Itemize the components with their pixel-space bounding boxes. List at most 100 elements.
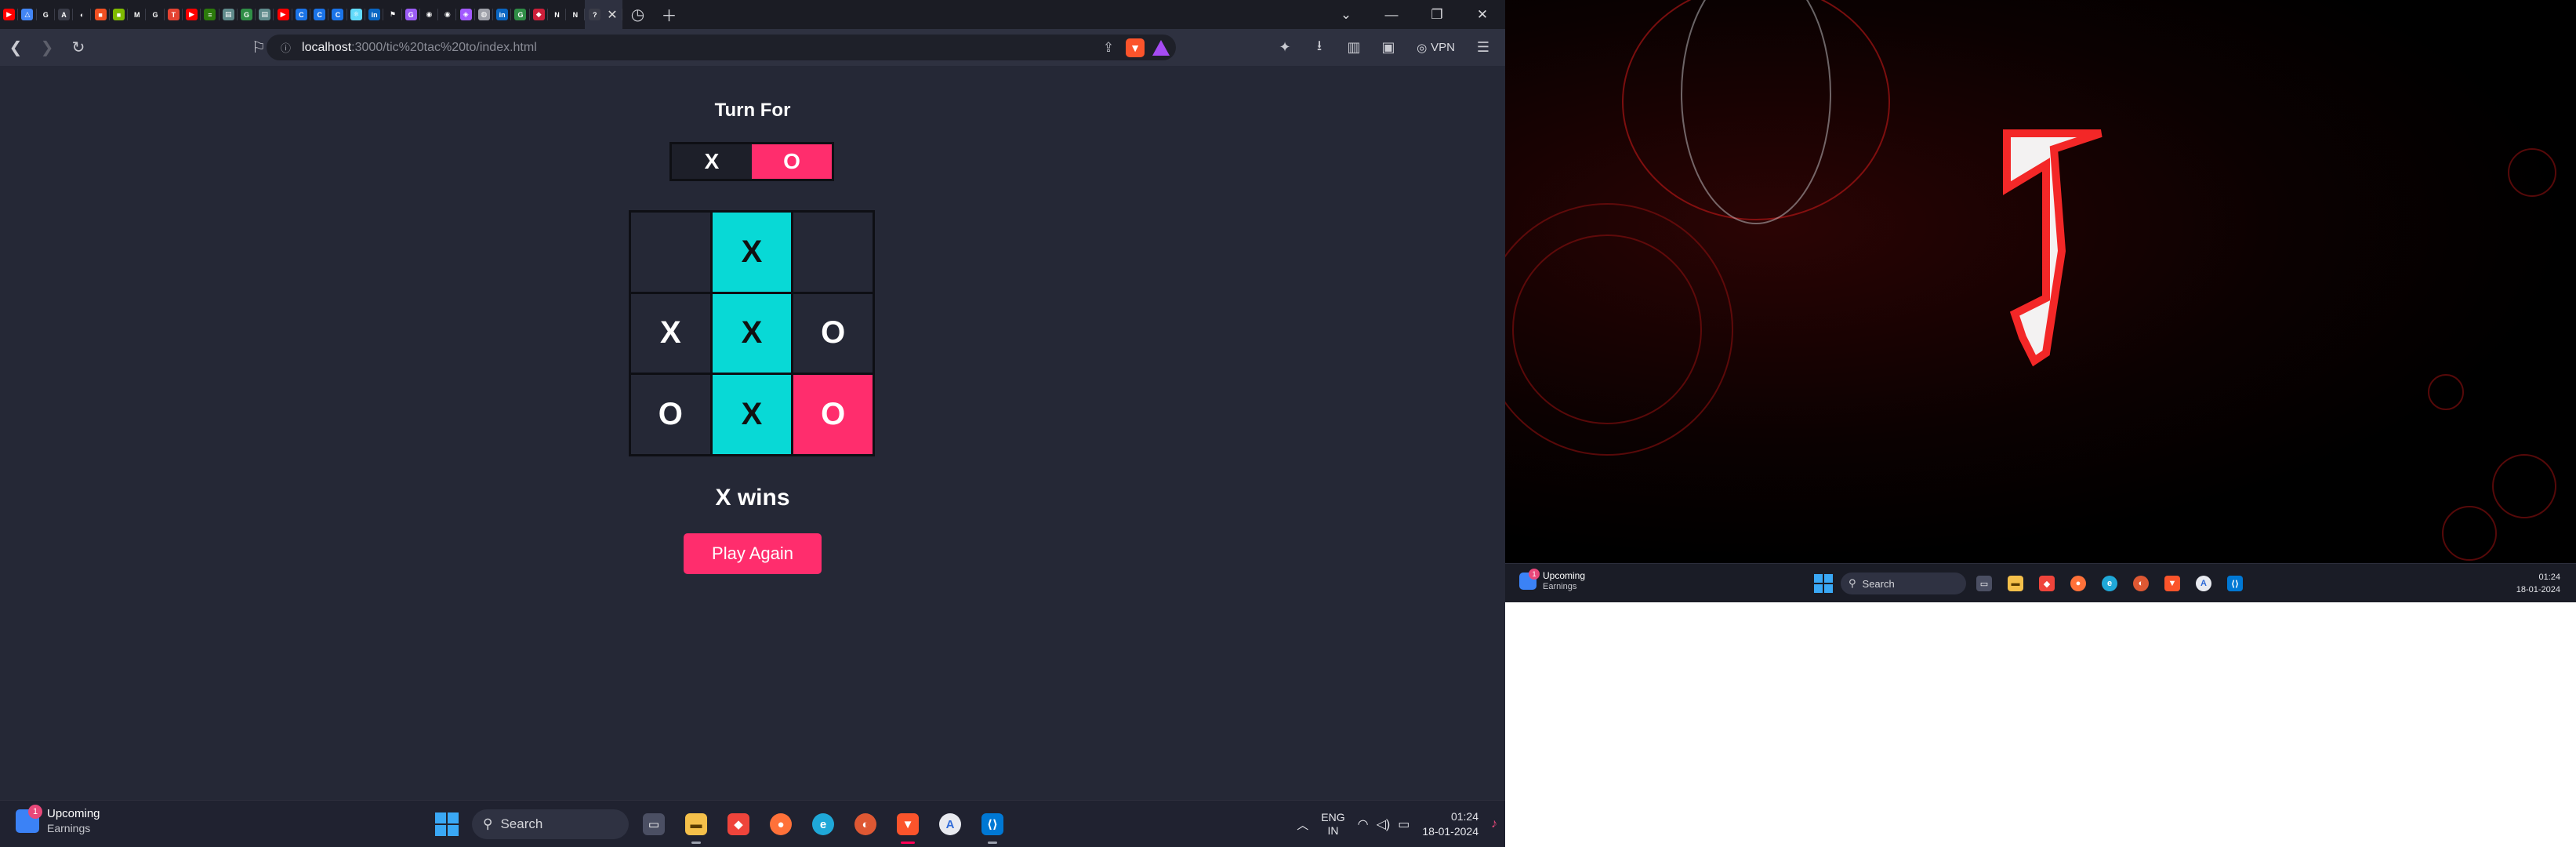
brave-rewards-icon[interactable] [1152,39,1170,56]
browser-tab[interactable]: G [402,0,421,29]
browser-tab[interactable]: G [146,0,165,29]
board-cell[interactable]: X [712,375,792,454]
menu-icon[interactable]: ☰ [1469,34,1497,62]
board-cell[interactable]: X [712,213,792,292]
duckduckgo-icon[interactable]: ◐ [848,807,883,842]
brave-browser-icon[interactable]: ▼ [2159,571,2186,596]
close-tab-icon[interactable]: ✕ [607,7,617,23]
back-button[interactable]: ❮ [0,32,31,64]
edge-icon[interactable]: e [806,807,840,842]
task-view-icon[interactable]: ▭ [1971,571,1997,596]
start-button[interactable] [1811,571,1836,596]
language-indicator[interactable]: ENG IN [1321,811,1344,838]
extensions-icon[interactable]: ✦ [1271,34,1299,62]
downloads-icon[interactable]: ⭳ [1305,34,1333,62]
edge-icon[interactable]: e [2096,571,2123,596]
close-window-button[interactable]: ✕ [1460,0,1505,29]
browser-tab[interactable]: T [165,0,183,29]
restore-button[interactable]: ❐ [1414,0,1460,29]
browser-tab[interactable]: N [548,0,567,29]
board-cell[interactable]: X [712,293,792,373]
notification-bell-icon[interactable]: ♪ [1491,817,1497,831]
browser-tab[interactable]: G [37,0,56,29]
app-store-icon[interactable]: A [933,807,967,842]
task-view-icon[interactable]: ▭ [637,807,671,842]
browser-tab[interactable]: in [493,0,512,29]
board-cell[interactable]: O [793,375,873,454]
turn-title: Turn For [714,100,791,121]
browser-tab[interactable]: in [365,0,384,29]
browser-tab[interactable]: ▶ [0,0,19,29]
share-icon[interactable]: ⇪ [1099,40,1118,56]
wallet-icon[interactable]: ▣ [1374,34,1402,62]
board-cell[interactable]: O [793,293,873,373]
browser-tab[interactable]: △ [18,0,37,29]
quick-settings[interactable]: ◠ ◁) ▭ [1358,816,1410,832]
browser-tab[interactable]: ⚛ [347,0,366,29]
browser-tab[interactable]: N [566,0,585,29]
sidebar-icon[interactable]: ▥ [1340,34,1368,62]
firefox-icon[interactable]: ● [2065,571,2092,596]
browser-tab[interactable]: ▤ [256,0,274,29]
widgets-button-secondary[interactable]: 1 Upcoming Earnings [1519,569,1585,592]
browser-tab[interactable]: C [310,0,329,29]
app-store-icon[interactable]: A [2190,571,2217,596]
anydesk-icon[interactable]: ◆ [2034,571,2060,596]
history-icon[interactable]: ◷ [622,0,654,29]
vpn-button[interactable]: ◎ VPN [1409,41,1463,55]
tab-active[interactable]: ? ✕ [584,0,622,29]
duckduckgo-icon[interactable]: ◐ [2128,571,2154,596]
browser-tab[interactable]: ◉ [438,0,457,29]
browser-tab[interactable]: ■ [91,0,111,29]
play-again-button[interactable]: Play Again [684,533,822,574]
minimize-button[interactable]: — [1369,0,1414,29]
vscode-icon[interactable]: ⟨⟩ [975,807,1010,844]
browser-tab[interactable]: ▤ [220,0,238,29]
browser-tab[interactable]: G [238,0,256,29]
firefox-icon[interactable]: ● [764,807,798,842]
browser-tab[interactable]: A [55,0,74,29]
board-cell[interactable]: X [631,293,710,373]
browser-tab[interactable]: ▶ [274,0,293,29]
clock-date: 18-01-2024 [1422,825,1478,838]
clock[interactable]: 01:24 18-01-2024 [1422,809,1478,839]
browser-toolbar: ❮ ❯ ↻ ⚐ ⓘ localhost :3000/tic%20tac%20to… [0,29,1505,66]
file-explorer-icon[interactable]: ▬ [2002,571,2029,596]
browser-tab[interactable]: ◍ [475,0,494,29]
widgets-button[interactable]: 1 Upcoming Earnings [16,805,100,835]
start-button[interactable] [430,807,464,842]
browser-tab[interactable]: ◈ [456,0,476,29]
vscode-icon[interactable]: ⟨⟩ [2222,571,2248,596]
forward-button[interactable]: ❯ [31,32,63,64]
google-icon: G [42,10,49,19]
brave-browser-icon[interactable]: ▼ [891,807,925,844]
browser-tab[interactable]: ▶ [183,0,201,29]
turn-x: X [704,149,720,173]
board-cell[interactable] [793,213,873,292]
browser-tab[interactable]: ◆ [530,0,549,29]
browser-tab[interactable]: ⚑ [383,0,402,29]
browser-tab[interactable]: ◐ [73,0,92,29]
show-hidden-icons[interactable]: ︿ [1297,816,1308,833]
browser-tab[interactable]: ■ [110,0,129,29]
board-cell[interactable]: O [631,375,710,454]
browser-tab[interactable]: C [292,0,311,29]
clock-secondary[interactable]: 01:24 18-01-2024 [2516,571,2560,596]
file-explorer-icon[interactable]: ▬ [679,807,713,844]
taskbar-search[interactable]: ⚲ Search [1841,573,1966,594]
board-cell[interactable] [631,213,710,292]
brave-shields-icon[interactable]: ▼ [1126,38,1145,57]
tab-list: ▶ △ G A ◐ ■ ■ M G T ▶ ≡ ▤ G ▤ ▶ C C C ⚛ in ⚑ G ◉ ◉ ◈ ◍ in G ◆ N N [0,0,585,29]
site-info-icon[interactable]: ⓘ [281,40,291,55]
reload-button[interactable]: ↻ [63,32,94,64]
address-bar[interactable]: ⓘ localhost :3000/tic%20tac%20to/index.h… [267,35,1176,60]
taskbar-search[interactable]: ⚲ Search [472,809,629,839]
browser-tab[interactable]: G [511,0,530,29]
browser-tab[interactable]: M [128,0,147,29]
new-tab-button[interactable]: ＋ [654,0,685,29]
tab-search-icon[interactable]: ⌄ [1323,0,1369,29]
anydesk-icon[interactable]: ◆ [721,807,756,842]
browser-tab[interactable]: C [328,0,347,29]
browser-tab[interactable]: ≡ [201,0,220,29]
browser-tab[interactable]: ◉ [420,0,439,29]
